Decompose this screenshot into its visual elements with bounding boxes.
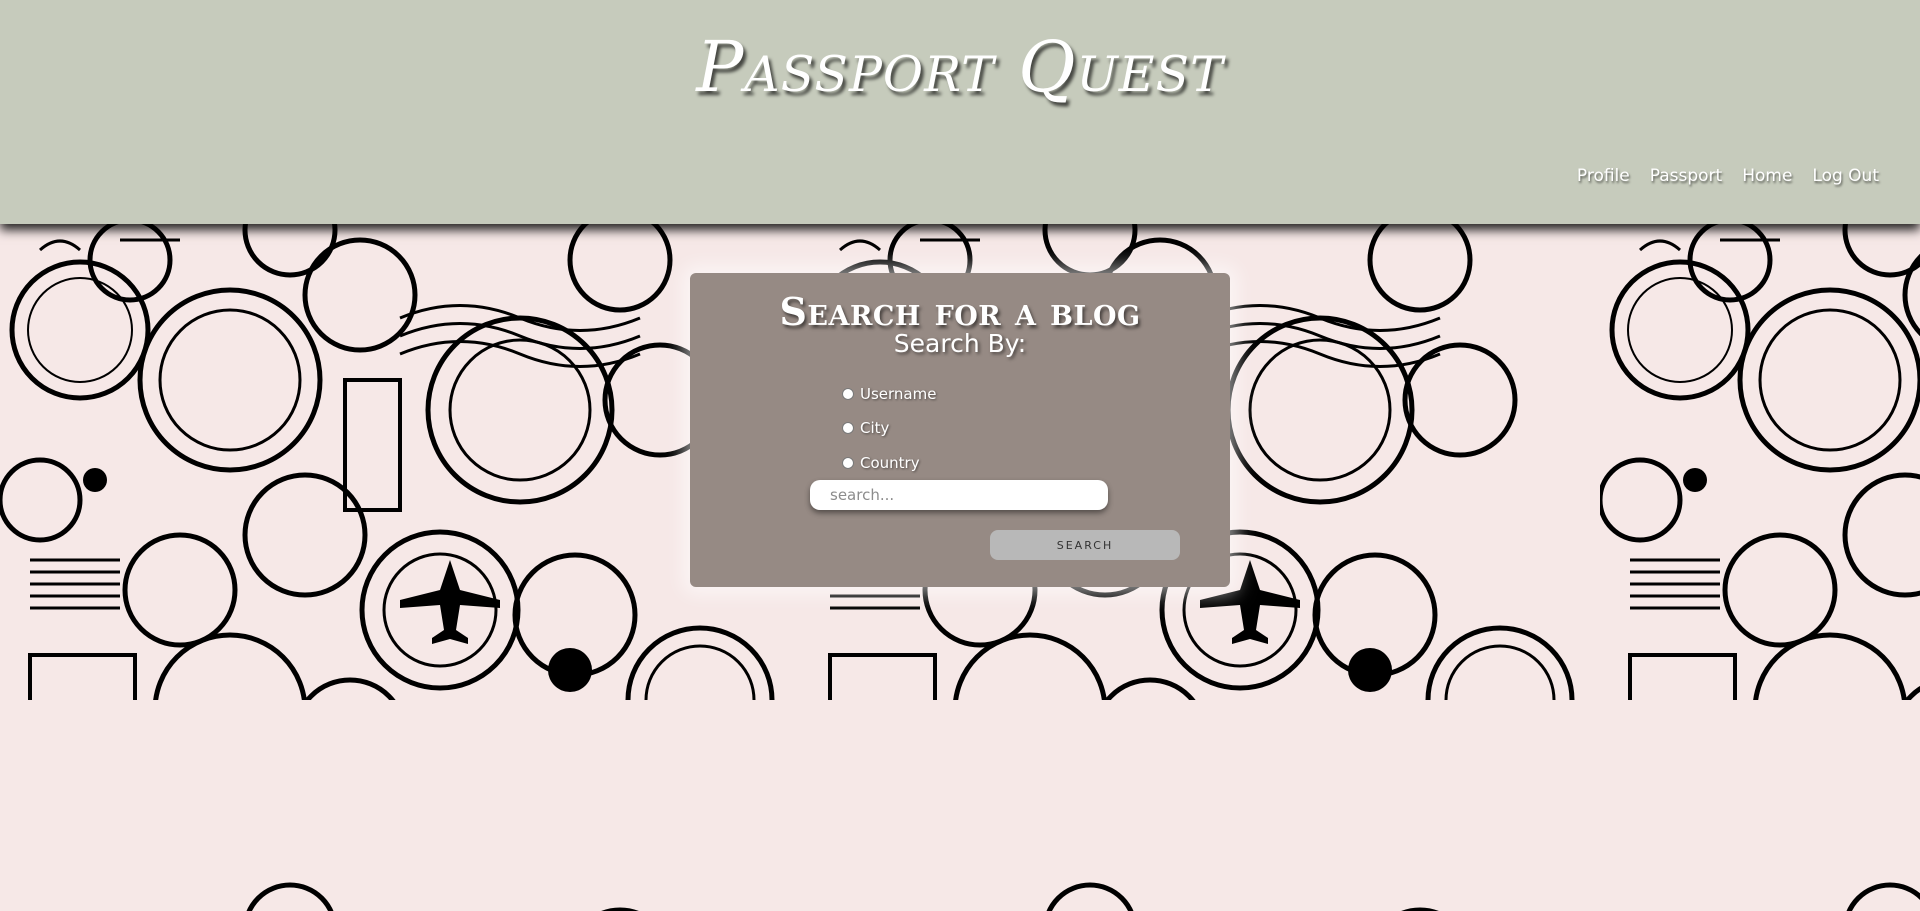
- radio-option-country[interactable]: Country: [842, 454, 920, 472]
- radio-country-label: Country: [860, 454, 920, 472]
- search-input[interactable]: [810, 480, 1108, 510]
- search-card-title: Search for a blog: [779, 289, 1141, 334]
- search-by-label: Search By:: [893, 329, 1027, 358]
- site-header: Passport Quest Profile Passport Home Log…: [0, 0, 1920, 224]
- radio-option-city[interactable]: City: [842, 419, 889, 437]
- nav-link-passport[interactable]: Passport: [1650, 166, 1722, 186]
- radio-option-username[interactable]: Username: [842, 385, 936, 403]
- radio-country[interactable]: [842, 457, 854, 469]
- radio-city-label: City: [860, 419, 890, 437]
- search-card: Search for a blog Search By: Username Ci…: [690, 273, 1230, 587]
- site-title: Passport Quest: [696, 26, 1224, 108]
- radio-username[interactable]: [842, 388, 854, 400]
- nav-link-profile[interactable]: Profile: [1577, 166, 1630, 186]
- nav-link-log-out[interactable]: Log Out: [1812, 166, 1879, 186]
- search-button[interactable]: Search: [990, 530, 1180, 560]
- nav-link-home[interactable]: Home: [1742, 166, 1792, 186]
- radio-city[interactable]: [842, 422, 854, 434]
- radio-username-label: Username: [860, 385, 937, 403]
- main-nav: Profile Passport Home Log Out: [1577, 166, 1879, 186]
